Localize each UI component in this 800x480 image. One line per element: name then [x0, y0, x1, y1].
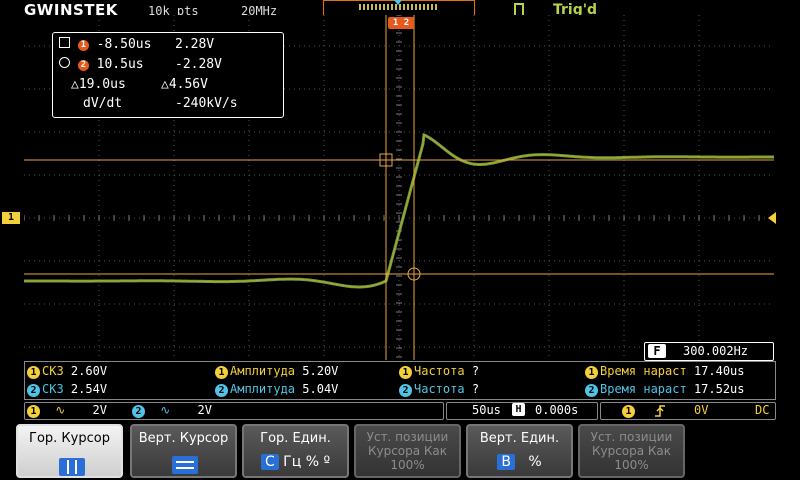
dvdt-label: dV/dt	[83, 96, 123, 111]
cursor2-row: 2 10.5us	[59, 57, 144, 72]
seconds-option: С	[260, 454, 279, 470]
dvdt-value: -240kV/s	[175, 96, 238, 111]
trigger-source: 1	[622, 403, 637, 418]
circle-cursor-icon	[59, 57, 70, 68]
meas-ch2-rise-time: 2 Время нараст 17.52us	[585, 382, 745, 397]
delta-icon: △	[71, 77, 79, 92]
delta-volt: 4.56V	[168, 77, 208, 92]
cursor-pair-tag: 1 2	[388, 17, 414, 29]
frequency-icon: F	[648, 344, 666, 358]
percent-option: %	[528, 454, 542, 470]
vertical-lines-icon	[59, 458, 85, 476]
cursor1-badge: 1	[77, 40, 89, 51]
trigger-level-marker[interactable]	[766, 212, 776, 224]
delta-row: △19.0us	[71, 77, 126, 92]
ch2-status: 2 ∿ 2V	[132, 403, 212, 418]
delta-time: 19.0us	[78, 77, 126, 92]
trigger-level: 0V	[694, 403, 709, 417]
cursor1-time: -8.50us	[96, 37, 152, 52]
vertical-cursor-softkey[interactable]: Верт. Курсор	[130, 424, 237, 478]
trigger-point-icon	[394, 0, 402, 5]
horizontal-position-icon: H	[512, 403, 525, 416]
vertical-units-options: В %	[468, 454, 571, 470]
horizontal-units-options: С Гц % º	[244, 454, 347, 470]
meas-ch1-rise-time: 1 Время нараст 17.40us	[585, 364, 745, 379]
horizontal-position: 0.000s	[535, 403, 579, 417]
measurement-panel: 1 СКЗ 2.60V 2 СКЗ 2.54V 1 Амплитуда 5.20V 2…	[24, 361, 776, 400]
meas-ch1-frequency: 1 Частота ?	[399, 364, 479, 379]
volts-option: В	[497, 454, 515, 470]
set-cursor-100-softkey-1[interactable]: Уст. позиции Курсора Как 100%	[354, 424, 461, 478]
ch1-ground-marker[interactable]: 1	[2, 212, 20, 224]
cursor-readout-panel: 1 -8.50us 2.28V 2 10.5us -2.28V △19.0us …	[52, 32, 284, 118]
meas-ch1-amplitude: 1 Амплитуда 5.20V	[215, 364, 338, 379]
frequency-value: 300.002Hz	[683, 344, 749, 358]
horizontal-units-softkey[interactable]: Гор. Един. С Гц % º	[242, 424, 349, 478]
softkey-menu: Гор. Курсор Верт. Курсор Гор. Един. С Гц…	[0, 420, 800, 480]
delta-icon: △	[161, 77, 169, 92]
meas-ch2-frequency: 2 Частота ?	[399, 382, 479, 397]
horizontal-cursor-softkey[interactable]: Гор. Курсор	[16, 424, 123, 478]
vertical-units-softkey[interactable]: Верт. Един. В %	[466, 424, 573, 478]
horizontal-lines-icon	[172, 456, 198, 474]
channel-status-bar: 1 ∿ 2V 2 ∿ 2V 50us H 0.000s 1 0V DC	[24, 402, 776, 420]
ch1-status: 1 ∿ 2V	[27, 403, 107, 418]
meas-ch1-rms: 1 СКЗ 2.60V	[27, 364, 107, 379]
cursor1-volt: 2.28V	[175, 37, 215, 52]
trigger-coupling: DC	[755, 403, 770, 417]
dc-coupling-icon: ∿	[160, 403, 171, 417]
square-cursor-icon	[59, 37, 70, 48]
frequency-counter: F 300.002Hz	[644, 342, 774, 361]
cursor1-row: 1 -8.50us	[59, 37, 151, 52]
memory-window-indicator	[323, 0, 475, 16]
timebase: 50us	[472, 403, 501, 417]
cursor2-badge: 2	[77, 60, 89, 71]
set-cursor-100-softkey-2[interactable]: Уст. позиции Курсора Как 100%	[578, 424, 685, 478]
meas-ch2-amplitude: 2 Амплитуда 5.04V	[215, 382, 338, 397]
cursor2-time: 10.5us	[96, 57, 144, 72]
cursor2-volt: -2.28V	[175, 57, 222, 72]
meas-ch2-rms: 2 СКЗ 2.54V	[27, 382, 107, 397]
rising-slope-icon	[655, 405, 665, 417]
other-unit-options: Гц % º	[283, 454, 331, 470]
dc-coupling-icon: ∿	[55, 403, 66, 417]
delta-volt-row: △4.56V	[161, 77, 208, 92]
